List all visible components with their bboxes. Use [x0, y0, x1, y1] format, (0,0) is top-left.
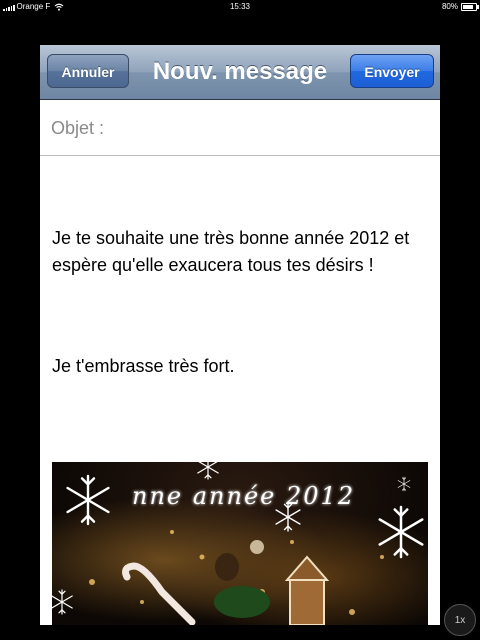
holiday-image[interactable]: nne année 2012: [52, 462, 428, 625]
battery-fill: [463, 4, 473, 9]
battery-icon: [461, 2, 479, 11]
compose-sheet: Annuler Nouv. message Envoyer Objet : Je…: [40, 45, 440, 625]
subject-row[interactable]: Objet :: [40, 100, 440, 156]
subject-field[interactable]: [120, 112, 434, 144]
battery-percent: 80%: [441, 2, 458, 11]
status-time: 15:33: [229, 2, 251, 11]
message-paragraph[interactable]: Je te souhaite une très bonne année 2012…: [52, 225, 422, 279]
zoom-button[interactable]: 1x: [444, 604, 476, 636]
status-bar: Orange F 15:33 80%: [0, 0, 480, 13]
message-paragraph[interactable]: Je t'embrasse très fort.: [52, 353, 422, 380]
status-right: 80%: [441, 0, 479, 13]
image-caption: nne année 2012: [132, 482, 356, 510]
subject-label: Objet :: [51, 118, 105, 138]
nav-bar: Annuler Nouv. message Envoyer: [40, 45, 440, 100]
send-button[interactable]: Envoyer: [350, 54, 434, 88]
